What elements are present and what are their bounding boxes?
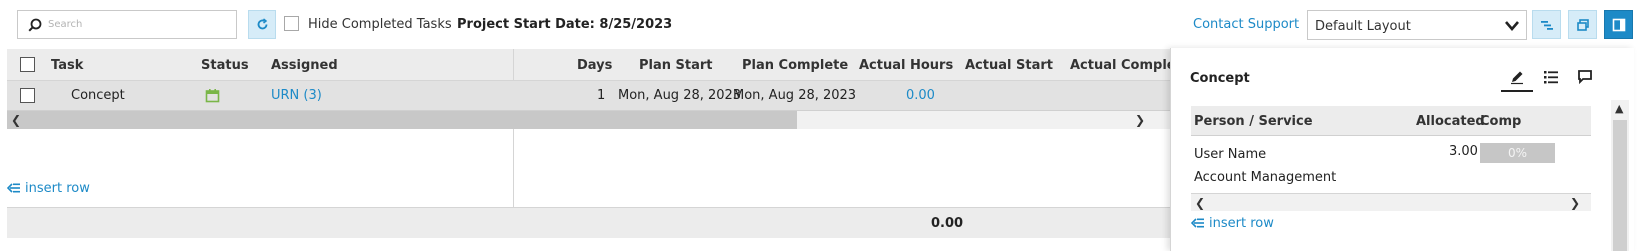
column-header-actual-start[interactable]: Actual Start bbox=[965, 58, 1053, 73]
horizontal-scrollbar[interactable]: ❮ ❯ bbox=[7, 111, 1184, 129]
scroll-left-icon[interactable]: ❮ bbox=[11, 113, 21, 127]
column-header-comp[interactable]: Comp bbox=[1480, 114, 1521, 129]
total-actual-hours: 0.00 bbox=[931, 216, 964, 231]
hide-completed-checkbox[interactable] bbox=[284, 16, 299, 31]
side-panel-toggle-button[interactable] bbox=[1604, 10, 1633, 39]
column-header-plan-complete[interactable]: Plan Complete bbox=[742, 58, 848, 73]
windows-icon bbox=[1577, 19, 1589, 31]
person-name: Account Management bbox=[1194, 170, 1337, 185]
assigned-link[interactable]: URN (3) bbox=[271, 88, 322, 103]
toolbar: Search Hide Completed Tasks Project Star… bbox=[0, 0, 1651, 48]
search-input[interactable]: Search bbox=[17, 10, 237, 39]
calendar-icon bbox=[205, 89, 220, 103]
tab-list[interactable] bbox=[1535, 64, 1567, 92]
plan-complete-value: Mon, Aug 28, 2023 bbox=[733, 88, 857, 103]
panel-insert-row-link[interactable]: insert row bbox=[1190, 216, 1274, 231]
chevron-down-icon bbox=[1505, 21, 1519, 31]
search-icon bbox=[28, 18, 42, 32]
panel-horizontal-scrollbar[interactable]: ❮ ❯ bbox=[1191, 193, 1591, 211]
insert-row-icon bbox=[6, 183, 20, 193]
gantt-view-button[interactable] bbox=[1532, 10, 1561, 39]
task-name[interactable]: Concept bbox=[71, 88, 125, 103]
gantt-icon bbox=[1541, 21, 1553, 30]
list-item[interactable]: User Name 3.00 0% bbox=[1191, 139, 1591, 165]
table-row[interactable]: Concept URN (3) 1 Mon, Aug 28, 2023 Mon,… bbox=[7, 81, 1184, 111]
insert-row-label: insert row bbox=[25, 181, 90, 196]
layout-select[interactable]: Default Layout bbox=[1307, 10, 1527, 40]
completion-percent: 0% bbox=[1507, 146, 1528, 160]
hide-completed-label: Hide Completed Tasks bbox=[308, 17, 452, 32]
column-header-days[interactable]: Days bbox=[577, 58, 612, 73]
completion-bar[interactable]: 0% bbox=[1480, 143, 1555, 163]
scroll-right-icon[interactable]: ❯ bbox=[1570, 196, 1580, 210]
totals-row: 0.00 bbox=[7, 207, 1184, 238]
tab-comments[interactable] bbox=[1569, 64, 1601, 92]
scroll-right-icon[interactable]: ❯ bbox=[1135, 113, 1145, 127]
list-item[interactable]: Account Management bbox=[1191, 165, 1591, 191]
scrollbar-thumb[interactable] bbox=[7, 111, 797, 129]
tab-edit[interactable] bbox=[1501, 64, 1533, 92]
allocation-table-header: Person / Service Allocated Comp bbox=[1191, 106, 1591, 136]
task-detail-panel: Concept Person / Service Allocated Comp … bbox=[1170, 48, 1634, 251]
plan-start-value: Mon, Aug 28, 2023 bbox=[618, 88, 742, 103]
scroll-up-icon[interactable]: ▲ bbox=[1615, 102, 1623, 115]
popout-button[interactable] bbox=[1568, 10, 1597, 39]
list-icon bbox=[1544, 71, 1558, 84]
search-placeholder: Search bbox=[48, 19, 83, 30]
side-panel-icon bbox=[1612, 18, 1626, 32]
refresh-icon bbox=[257, 18, 268, 30]
column-header-assigned[interactable]: Assigned bbox=[271, 58, 338, 73]
project-start-date: Project Start Date: 8/25/2023 bbox=[457, 17, 673, 32]
contact-support-link[interactable]: Contact Support bbox=[1193, 17, 1299, 32]
insert-row-icon bbox=[1190, 218, 1204, 228]
column-header-actual-complete[interactable]: Actual Complet bbox=[1070, 58, 1182, 73]
pencil-icon bbox=[1511, 71, 1523, 85]
scrollbar-thumb[interactable] bbox=[1613, 120, 1627, 251]
column-header-actual-hours[interactable]: Actual Hours bbox=[859, 58, 953, 73]
days-value: 1 bbox=[597, 88, 606, 103]
panel-insert-row-label: insert row bbox=[1209, 216, 1274, 231]
column-header-allocated[interactable]: Allocated bbox=[1416, 114, 1485, 129]
layout-select-value: Default Layout bbox=[1315, 19, 1411, 34]
grid-header: Task Status Assigned Days Plan Start Pla… bbox=[7, 49, 1184, 238]
insert-row-link[interactable]: insert row bbox=[6, 181, 90, 196]
panel-vertical-scrollbar[interactable]: ▲ bbox=[1611, 100, 1629, 251]
refresh-button[interactable] bbox=[248, 10, 276, 39]
panel-title: Concept bbox=[1190, 71, 1250, 86]
select-all-checkbox[interactable] bbox=[20, 57, 35, 72]
comment-icon bbox=[1578, 70, 1592, 85]
column-header-person[interactable]: Person / Service bbox=[1194, 114, 1313, 129]
person-name: User Name bbox=[1194, 147, 1267, 162]
column-header-task[interactable]: Task bbox=[51, 58, 83, 73]
row-checkbox[interactable] bbox=[20, 88, 35, 103]
allocated-value: 3.00 bbox=[1449, 144, 1478, 159]
actual-hours-value[interactable]: 0.00 bbox=[906, 88, 935, 103]
column-header-status[interactable]: Status bbox=[201, 58, 249, 73]
column-header-plan-start[interactable]: Plan Start bbox=[639, 58, 713, 73]
scroll-left-icon[interactable]: ❮ bbox=[1195, 196, 1205, 210]
